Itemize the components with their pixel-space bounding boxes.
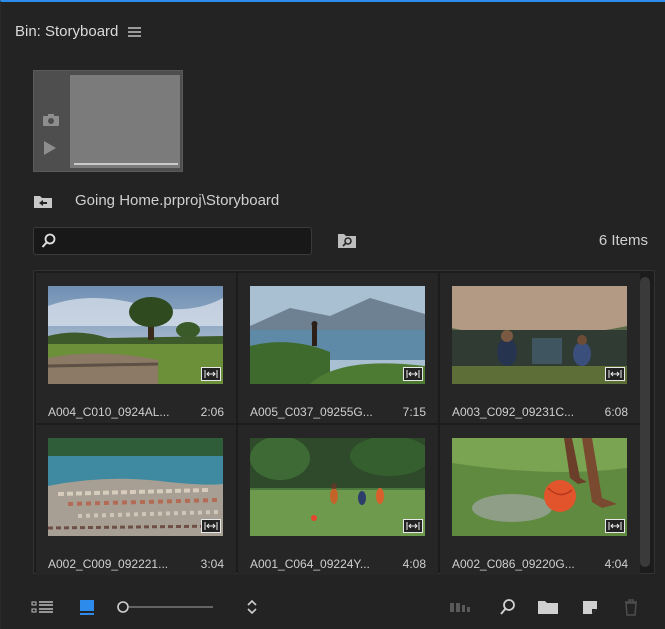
clip-duration: 3:04 (200, 557, 224, 571)
sort-icon[interactable] (245, 596, 259, 618)
find-icon[interactable] (499, 596, 517, 618)
clip-name[interactable]: A001_C064_09224Y... (250, 557, 370, 571)
search-row: 6 Items (33, 227, 648, 255)
new-bin-icon[interactable] (537, 596, 559, 618)
icon-view-icon[interactable] (79, 596, 95, 618)
bottom-toolbar (31, 596, 641, 618)
multicam-badge-icon (403, 519, 423, 533)
clip-item[interactable]: A005_C037_09255G... 7:15 (238, 273, 438, 423)
project-panel: Bin: Storyboard Going Home.prproj\Storyb… (0, 0, 665, 629)
clip-name[interactable]: A002_C086_09220G... (452, 557, 575, 571)
clip-item[interactable]: A002_C086_09220G... 4:04 (440, 425, 640, 575)
multicam-badge-icon (605, 367, 625, 381)
clip-thumbnail[interactable] (250, 286, 425, 384)
clip-duration: 7:15 (402, 405, 426, 419)
vertical-scrollbar[interactable] (640, 277, 650, 567)
clip-thumbnail[interactable] (250, 438, 425, 536)
parent-folder-icon[interactable] (33, 193, 53, 209)
panel-title[interactable]: Bin: Storyboard (15, 23, 118, 40)
clip-duration: 6:08 (604, 405, 628, 419)
zoom-slider[interactable] (117, 596, 215, 618)
new-search-bin-icon[interactable] (337, 232, 357, 249)
clip-duration: 4:08 (402, 557, 426, 571)
clip-name[interactable]: A004_C010_0924AL... (48, 405, 169, 419)
clip-item[interactable]: A002_C009_092221... 3:04 (36, 425, 236, 575)
automate-to-sequence-icon[interactable] (449, 596, 471, 618)
clip-duration: 4:04 (604, 557, 628, 571)
breadcrumb: Going Home.prproj\Storyboard (33, 192, 279, 209)
clip-grid: A004_C010_0924AL... 2:06 A005_C037_09255… (33, 270, 655, 575)
preview-thumbnail[interactable] (70, 75, 180, 168)
new-item-icon[interactable] (581, 596, 599, 618)
multicam-badge-icon (605, 519, 625, 533)
panel-header: Bin: Storyboard (15, 20, 142, 42)
play-icon[interactable] (44, 141, 56, 155)
clip-item[interactable]: A004_C010_0924AL... 2:06 (36, 273, 236, 423)
clip-name[interactable]: A003_C092_09231C... (452, 405, 574, 419)
search-icon (41, 233, 56, 248)
multicam-badge-icon (403, 367, 423, 381)
poster-frame-camera-icon[interactable] (42, 113, 60, 127)
clip-thumbnail[interactable] (48, 286, 223, 384)
preview-scrub-bar[interactable] (74, 163, 178, 165)
clip-item[interactable]: A003_C092_09231C... 6:08 (440, 273, 640, 423)
clip-duration: 2:06 (200, 405, 224, 419)
search-input[interactable] (33, 227, 312, 255)
clip-name[interactable]: A005_C037_09255G... (250, 405, 373, 419)
bin-path: Going Home.prproj\Storyboard (75, 192, 280, 209)
items-count: 6 Items (598, 232, 648, 249)
panel-menu-icon[interactable] (128, 26, 142, 37)
clip-thumbnail[interactable] (48, 438, 223, 536)
clip-name[interactable]: A002_C009_092221... (48, 557, 168, 571)
clip-thumbnail[interactable] (452, 438, 627, 536)
multicam-badge-icon (201, 367, 221, 381)
multicam-badge-icon (201, 519, 221, 533)
clip-item[interactable]: A001_C064_09224Y... 4:08 (238, 425, 438, 575)
trash-icon[interactable] (623, 596, 639, 618)
clip-thumbnail[interactable] (452, 286, 627, 384)
list-view-icon[interactable] (31, 596, 55, 618)
preview-area (33, 70, 183, 172)
